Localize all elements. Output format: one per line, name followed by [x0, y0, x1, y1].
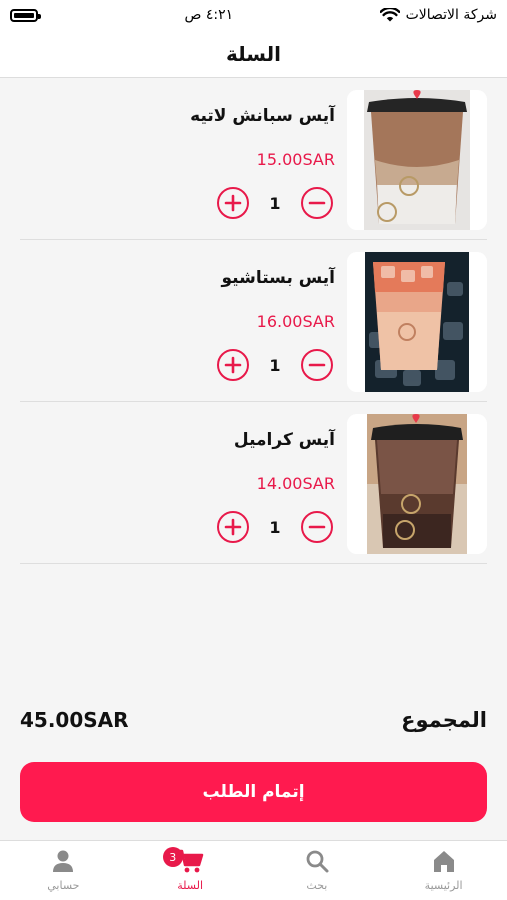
plus-icon: [224, 356, 242, 374]
decrease-quantity-button[interactable]: [301, 511, 333, 543]
carrier-name: شركة الاتصالات: [405, 7, 497, 23]
total-row: 45.00SAR المجموع: [20, 704, 487, 736]
status-time: ٤:٢١ ص: [184, 7, 234, 23]
home-icon: [433, 851, 454, 872]
tab-label: الرئيسية: [424, 879, 463, 892]
status-bar: ٤:٢١ ص شركة الاتصالات: [0, 0, 507, 30]
cart-list: آيس سبانش لاتيه 15.00SAR 1 آيس بستاشيو 1…: [0, 78, 507, 564]
plus-icon: [224, 194, 242, 212]
quantity-value: 1: [269, 517, 281, 537]
wifi-icon: [379, 8, 400, 22]
product-price: 15.00SAR: [256, 150, 335, 169]
minus-icon: [308, 201, 326, 205]
minus-icon: [308, 525, 326, 529]
iced-pistachio-image: [347, 252, 487, 392]
search-icon: [306, 850, 329, 873]
status-right: شركة الاتصالات: [379, 7, 497, 23]
decrease-quantity-button[interactable]: [301, 349, 333, 381]
quantity-stepper: 1: [217, 186, 333, 220]
person-icon: [53, 850, 74, 872]
tab-cart[interactable]: 3 السلة: [127, 841, 254, 900]
tab-label: السلة: [177, 879, 203, 892]
quantity-value: 1: [269, 193, 281, 213]
total-label: المجموع: [401, 708, 487, 732]
battery-icon: [10, 8, 41, 22]
product-image: [347, 90, 487, 230]
iced-caramel-image: [347, 414, 487, 554]
plus-icon: [224, 518, 242, 536]
product-price: 16.00SAR: [256, 312, 335, 331]
tab-home[interactable]: الرئيسية: [380, 841, 507, 900]
minus-icon: [308, 363, 326, 367]
product-image: [347, 414, 487, 554]
iced-spanish-latte-image: [347, 90, 487, 230]
quantity-stepper: 1: [217, 348, 333, 382]
cart-count-badge: 3: [162, 847, 183, 867]
tab-label: حسابي: [47, 879, 80, 892]
tab-account[interactable]: حسابي: [0, 841, 127, 900]
tab-search[interactable]: بحث: [254, 841, 381, 900]
quantity-stepper: 1: [217, 510, 333, 544]
decrease-quantity-button[interactable]: [301, 187, 333, 219]
total-value: 45.00SAR: [20, 708, 129, 732]
increase-quantity-button[interactable]: [217, 349, 249, 381]
product-name: آيس بستاشيو: [221, 268, 335, 288]
product-name: آيس كراميل: [233, 430, 335, 450]
cart-item: آيس بستاشيو 16.00SAR 1: [20, 240, 487, 402]
cart-item: آيس كراميل 14.00SAR 1: [20, 402, 487, 564]
quantity-value: 1: [269, 355, 281, 375]
tab-bar: حسابي 3 السلة بحث الرئيسية: [0, 840, 507, 900]
increase-quantity-button[interactable]: [217, 511, 249, 543]
page-title: السلة: [225, 41, 281, 66]
product-name: آيس سبانش لاتيه: [190, 106, 335, 126]
checkout-button[interactable]: إتمام الطلب: [20, 762, 487, 822]
product-image: [347, 252, 487, 392]
cart-item: آيس سبانش لاتيه 15.00SAR 1: [20, 78, 487, 240]
increase-quantity-button[interactable]: [217, 187, 249, 219]
tab-label: بحث: [306, 879, 328, 892]
header: السلة: [0, 30, 507, 78]
product-price: 14.00SAR: [256, 474, 335, 493]
